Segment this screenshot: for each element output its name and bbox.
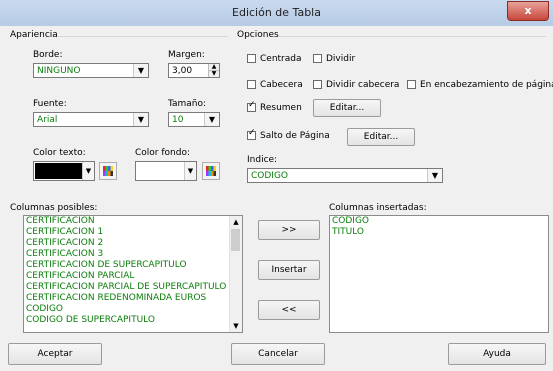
chevron-down-icon[interactable]: ▼	[133, 113, 148, 126]
color-texto-swatch	[35, 163, 82, 179]
editar-salto-button[interactable]: Editar...	[347, 128, 415, 146]
color-fondo-label: Color fondo:	[135, 148, 190, 158]
color-texto-label: Color texto:	[33, 148, 86, 158]
palette-icon	[103, 166, 113, 176]
encabezamiento-label[interactable]: En encabezamiento de página	[420, 80, 553, 90]
list-item[interactable]: CODIGO	[330, 216, 548, 227]
aceptar-button[interactable]: Aceptar	[8, 343, 102, 365]
apariencia-heading: Apariencia	[10, 30, 58, 40]
indice-label: Indice:	[247, 155, 278, 165]
apariencia-divider	[58, 36, 228, 37]
centrada-label[interactable]: Centrada	[260, 54, 302, 64]
palette-icon	[206, 166, 216, 176]
dividir-checkbox[interactable]	[313, 54, 322, 63]
chevron-down-icon[interactable]: ▼	[133, 64, 148, 77]
ayuda-button[interactable]: Ayuda	[448, 343, 546, 365]
remove-all-button[interactable]: <<	[258, 300, 320, 320]
chevron-down-icon[interactable]: ▼	[184, 162, 196, 180]
checkmark-icon: ✓	[248, 128, 256, 138]
list-item[interactable]: CERTIFICACION 2	[24, 238, 242, 249]
scrollbar[interactable]: ▲ ▼	[229, 216, 242, 332]
color-fondo-swatch	[137, 163, 184, 179]
list-item[interactable]: CERTIFICACION 1	[24, 227, 242, 238]
fuente-label: Fuente:	[33, 99, 67, 109]
resumen-label[interactable]: Resumen	[260, 103, 302, 113]
tamano-select[interactable]: 10 ▼	[168, 112, 220, 127]
resumen-checkbox[interactable]: ✓	[247, 100, 256, 112]
close-button[interactable]: x	[507, 1, 549, 21]
cabecera-checkbox[interactable]	[247, 80, 256, 89]
window-title: Edición de Tabla	[232, 6, 321, 19]
chevron-down-icon[interactable]: ▼	[82, 162, 94, 180]
editar-resumen-button[interactable]: Editar...	[313, 99, 381, 117]
fuente-select[interactable]: Arial ▼	[33, 112, 149, 127]
spin-down-icon[interactable]: ▼	[208, 71, 219, 77]
margen-value: 3,00	[172, 66, 193, 76]
scroll-thumb[interactable]	[231, 229, 240, 251]
opciones-heading: Opciones	[237, 30, 279, 40]
indice-value: CODIGO	[251, 171, 289, 181]
list-item[interactable]: CERTIFICACION 3	[24, 249, 242, 260]
scroll-up-icon[interactable]: ▲	[230, 216, 242, 228]
indice-select[interactable]: CODIGO ▼	[247, 168, 443, 183]
list-item[interactable]: CERTIFICACION REDENOMINADA EUROS	[24, 293, 242, 304]
columnas-posibles-label: Columnas posibles:	[10, 203, 98, 213]
margen-label: Margen:	[168, 50, 205, 60]
borde-value: NINGUNO	[37, 66, 81, 76]
dividir-cabecera-checkbox[interactable]	[313, 80, 322, 89]
list-item[interactable]: TITULO	[330, 227, 548, 238]
chevron-down-icon[interactable]: ▼	[204, 113, 219, 126]
list-item[interactable]: CERTIFICACION	[24, 216, 242, 227]
salto-checkbox[interactable]: ✓	[247, 128, 256, 140]
tamano-value: 10	[172, 115, 184, 125]
scroll-down-icon[interactable]: ▼	[230, 320, 242, 332]
list-item[interactable]: CERTIFICACION PARCIAL	[24, 271, 242, 282]
columnas-posibles-list[interactable]: CERTIFICACION CERTIFICACION 1 CERTIFICACIO…	[23, 215, 243, 333]
dividir-cabecera-label[interactable]: Dividir cabecera	[326, 80, 399, 90]
color-fondo-picker[interactable]: ▼	[135, 161, 197, 181]
encabezamiento-checkbox[interactable]	[407, 80, 416, 89]
list-item[interactable]: CODIGO DE SUPERCAPITULO	[24, 315, 242, 326]
columnas-posibles-items: CERTIFICACION CERTIFICACION 1 CERTIFICACIO…	[24, 216, 242, 326]
columnas-insertadas-items: CODIGO TITULO	[330, 216, 548, 238]
insertar-button[interactable]: Insertar	[258, 260, 320, 280]
cancelar-button[interactable]: Cancelar	[231, 343, 325, 365]
list-item[interactable]: CERTIFICACION DE SUPERCAPITULO	[24, 260, 242, 271]
salto-label[interactable]: Salto de Página	[260, 131, 330, 141]
chevron-down-icon[interactable]: ▼	[427, 169, 442, 182]
checkmark-icon: ✓	[248, 100, 256, 110]
borde-select[interactable]: NINGUNO ▼	[33, 63, 149, 78]
borde-label: Borde:	[33, 50, 63, 60]
add-all-button[interactable]: >>	[258, 220, 320, 240]
fuente-value: Arial	[37, 115, 58, 125]
list-item[interactable]: CERTIFICACION PARCIAL DE SUPERCAPITULO	[24, 282, 242, 293]
dialog-window: Edición de Tabla x Apariencia Borde: NIN…	[0, 0, 553, 371]
color-texto-picker[interactable]: ▼	[33, 161, 95, 181]
columnas-insertadas-label: Columnas insertadas:	[329, 203, 427, 213]
columnas-insertadas-list[interactable]: CODIGO TITULO	[329, 215, 549, 333]
title-bar[interactable]: Edición de Tabla x	[0, 0, 553, 26]
margen-spinner[interactable]: 3,00 ▲ ▼	[168, 63, 220, 78]
cabecera-label[interactable]: Cabecera	[260, 80, 303, 90]
opciones-divider	[278, 36, 546, 37]
tamano-label: Tamaño:	[168, 99, 207, 109]
list-item[interactable]: CODIGO	[24, 304, 242, 315]
palette-fondo-button[interactable]	[202, 162, 220, 180]
palette-texto-button[interactable]	[99, 162, 117, 180]
centrada-checkbox[interactable]	[247, 54, 256, 63]
dividir-label[interactable]: Dividir	[326, 54, 355, 64]
